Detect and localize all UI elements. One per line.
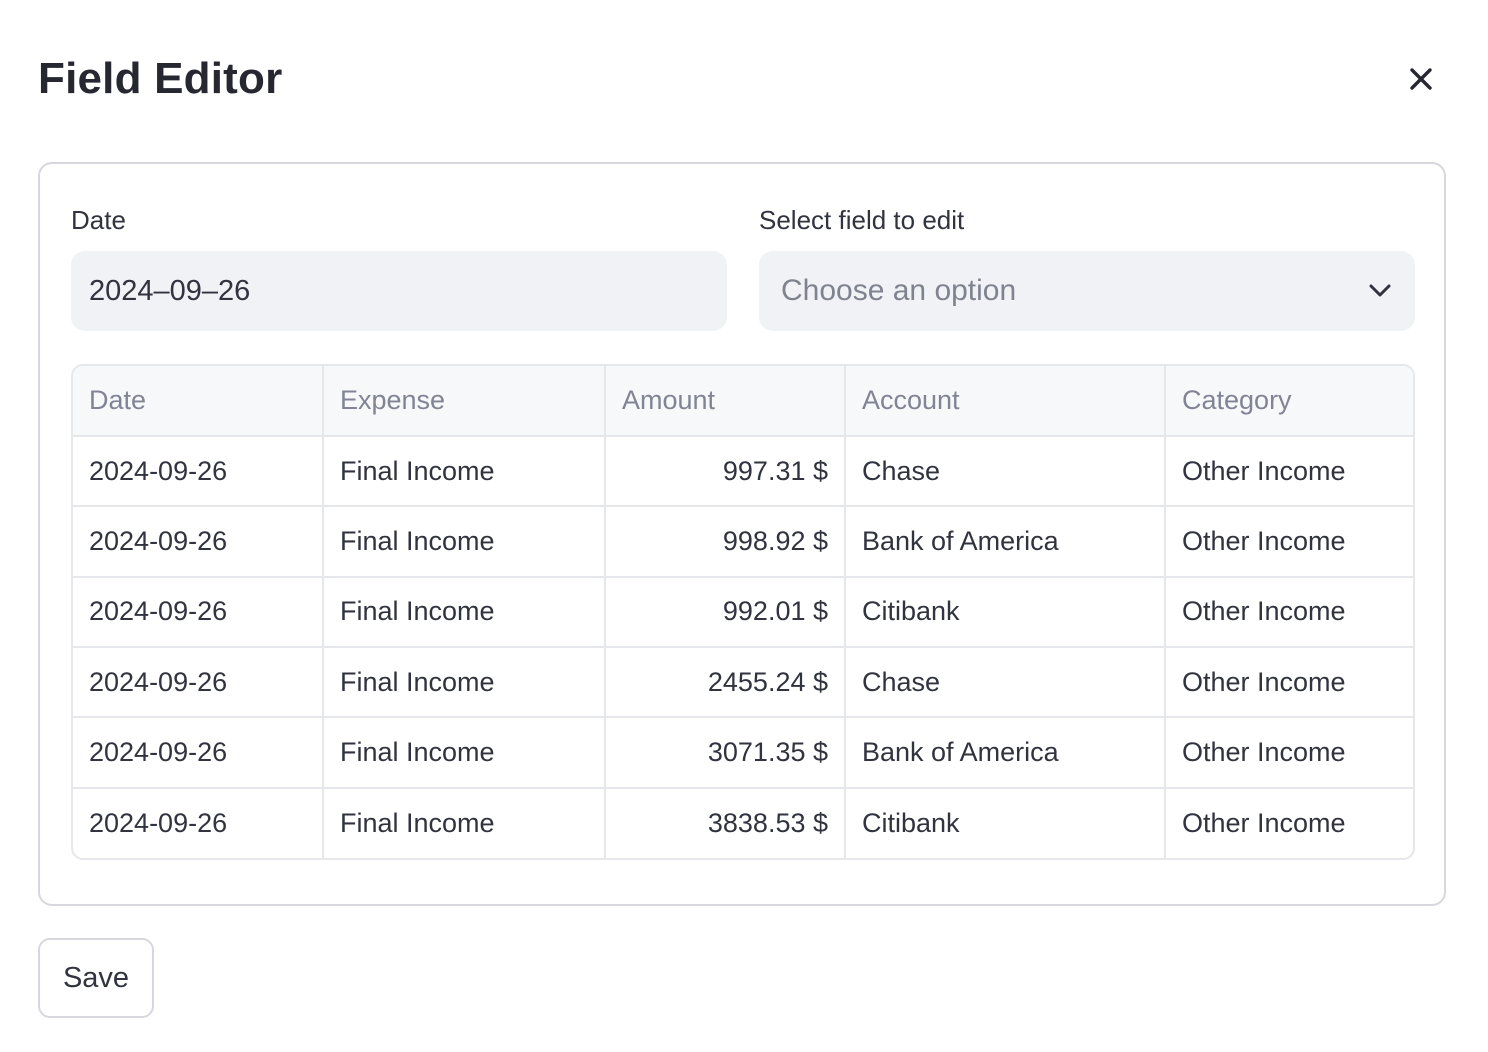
cell-account[interactable]: Chase (844, 434, 1166, 508)
cell-date[interactable]: 2024-09-26 (73, 434, 324, 508)
cell-expense[interactable]: Final Income (322, 575, 606, 648)
select-placeholder: Choose an option (781, 274, 1017, 307)
cell-amount[interactable]: 998.92 $ (604, 505, 846, 578)
field-select[interactable]: Choose an option (759, 251, 1415, 331)
cell-date[interactable]: 2024-09-26 (73, 716, 324, 789)
column-header-date[interactable]: Date (73, 366, 324, 437)
column-header-expense[interactable]: Expense (322, 366, 606, 437)
column-header-amount[interactable]: Amount (604, 366, 846, 437)
cell-date[interactable]: 2024-09-26 (73, 575, 324, 648)
cell-date[interactable]: 2024-09-26 (73, 505, 324, 578)
cell-account[interactable]: Chase (844, 645, 1166, 719)
cell-expense[interactable]: Final Income (322, 505, 606, 578)
date-input[interactable] (71, 251, 727, 331)
close-icon (1410, 68, 1432, 90)
cell-account[interactable]: Bank of America (844, 716, 1166, 789)
table-row: 2024-09-26 Final Income 992.01 $ Citiban… (73, 575, 1413, 648)
select-field-label: Select field to edit (759, 205, 965, 235)
data-table: Date Expense Amount Account Category 202… (71, 364, 1415, 860)
column-header-account[interactable]: Account (844, 366, 1166, 437)
cell-date[interactable]: 2024-09-26 (73, 645, 324, 719)
table-row: 2024-09-26 Final Income 3071.35 $ Bank o… (73, 716, 1413, 789)
cell-category[interactable]: Other Income (1164, 716, 1413, 789)
save-button[interactable]: Save (38, 938, 154, 1018)
table-row: 2024-09-26 Final Income 998.92 $ Bank of… (73, 505, 1413, 578)
cell-amount[interactable]: 3838.53 $ (604, 786, 846, 858)
table-row: 2024-09-26 Final Income 3838.53 $ Citiba… (73, 786, 1413, 858)
table-row: 2024-09-26 Final Income 997.31 $ Chase O… (73, 434, 1413, 508)
cell-category[interactable]: Other Income (1164, 786, 1413, 858)
date-label: Date (71, 205, 126, 235)
cell-account[interactable]: Bank of America (844, 505, 1166, 578)
cell-date[interactable]: 2024-09-26 (73, 786, 324, 858)
close-button[interactable] (1398, 56, 1444, 102)
cell-category[interactable]: Other Income (1164, 575, 1413, 648)
field-editor-dialog: Field Editor Date Select field to edit C… (0, 0, 1488, 1052)
cell-expense[interactable]: Final Income (322, 716, 606, 789)
column-header-category[interactable]: Category (1164, 366, 1413, 437)
form-container: Date Select field to edit Choose an opti… (38, 162, 1446, 906)
cell-expense[interactable]: Final Income (322, 786, 606, 858)
cell-expense[interactable]: Final Income (322, 434, 606, 508)
cell-amount[interactable]: 2455.24 $ (604, 645, 846, 719)
cell-amount[interactable]: 992.01 $ (604, 575, 846, 648)
cell-account[interactable]: Citibank (844, 786, 1166, 858)
cell-expense[interactable]: Final Income (322, 645, 606, 719)
table-header-row: Date Expense Amount Account Category (73, 366, 1413, 437)
cell-category[interactable]: Other Income (1164, 645, 1413, 719)
chevron-down-icon (1367, 278, 1393, 304)
cell-category[interactable]: Other Income (1164, 505, 1413, 578)
dialog-title: Field Editor (38, 54, 283, 103)
table-row: 2024-09-26 Final Income 2455.24 $ Chase … (73, 645, 1413, 719)
cell-amount[interactable]: 3071.35 $ (604, 716, 846, 789)
cell-account[interactable]: Citibank (844, 575, 1166, 648)
cell-category[interactable]: Other Income (1164, 434, 1413, 508)
cell-amount[interactable]: 997.31 $ (604, 434, 846, 508)
